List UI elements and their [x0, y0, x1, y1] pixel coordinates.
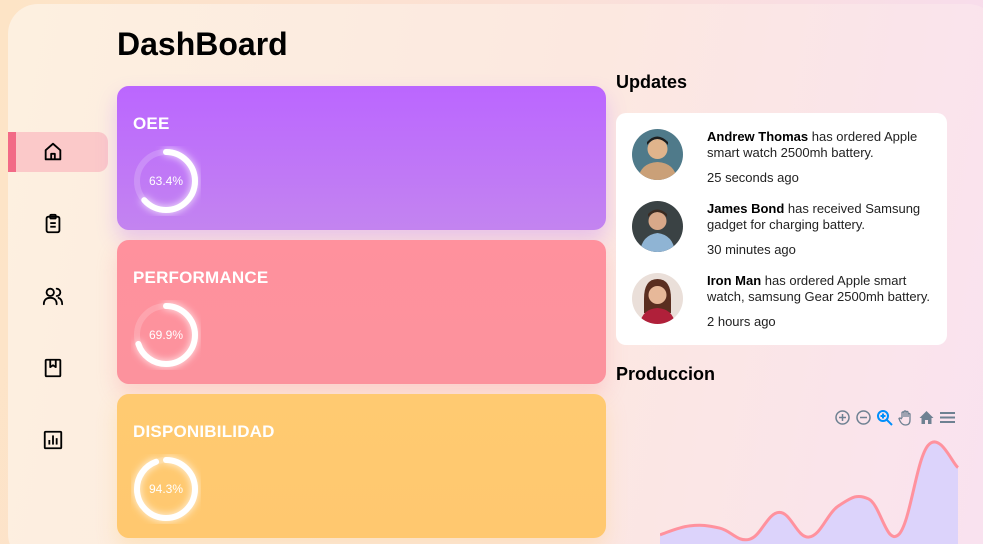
- card-disponibilidad[interactable]: DISPONIBILIDAD 94.3%: [117, 394, 606, 538]
- sidebar-item-orders[interactable]: [8, 204, 108, 244]
- avatar: [632, 129, 683, 180]
- card-title: DISPONIBILIDAD: [133, 422, 275, 441]
- zoom-selection-icon[interactable]: [876, 409, 893, 426]
- home-icon: [44, 142, 62, 161]
- produccion-chart: [660, 440, 960, 544]
- bar-chart-icon: [43, 430, 63, 450]
- update-message: James Bond has received Samsung gadget f…: [707, 201, 947, 233]
- update-time: 2 hours ago: [707, 314, 776, 329]
- update-user: Iron Man: [707, 273, 762, 288]
- chart-toolbar: [834, 408, 956, 426]
- update-message: Andrew Thomas has ordered Apple smart wa…: [707, 129, 947, 161]
- pan-hand-icon[interactable]: [897, 409, 914, 426]
- avatar: [632, 273, 683, 324]
- progress-value: 69.9%: [148, 328, 184, 342]
- progress-value: 94.3%: [148, 482, 184, 496]
- reset-home-icon[interactable]: [918, 409, 935, 426]
- card-performance[interactable]: PERFORMANCE 69.9%: [117, 240, 606, 384]
- sidebar-item-products[interactable]: [8, 348, 108, 388]
- page-title: DashBoard: [117, 26, 288, 62]
- avatar: [632, 201, 683, 252]
- bookmark-icon: [44, 358, 62, 378]
- card-title: OEE: [133, 114, 170, 133]
- progress-value: 63.4%: [148, 174, 184, 188]
- zoom-in-icon[interactable]: [834, 409, 851, 426]
- zoom-out-icon[interactable]: [855, 409, 872, 426]
- sidebar-item-analytics[interactable]: [8, 420, 108, 460]
- update-time: 30 minutes ago: [707, 242, 796, 257]
- updates-panel: Andrew Thomas has ordered Apple smart wa…: [616, 113, 947, 345]
- card-title: PERFORMANCE: [133, 268, 269, 287]
- produccion-title: Produccion: [616, 364, 716, 384]
- users-icon: [42, 287, 64, 306]
- update-message: Iron Man has ordered Apple smart watch, …: [707, 273, 947, 305]
- sidebar-item-home[interactable]: [8, 132, 108, 172]
- update-time: 25 seconds ago: [707, 170, 799, 185]
- update-user: Andrew Thomas: [707, 129, 809, 144]
- card-oee[interactable]: OEE 63.4%: [117, 86, 606, 230]
- updates-title: Updates: [616, 72, 688, 92]
- menu-icon[interactable]: [939, 409, 956, 426]
- clipboard-icon: [45, 213, 61, 234]
- update-user: James Bond: [707, 201, 785, 216]
- sidebar: [8, 132, 108, 492]
- sidebar-item-customers[interactable]: [8, 276, 108, 316]
